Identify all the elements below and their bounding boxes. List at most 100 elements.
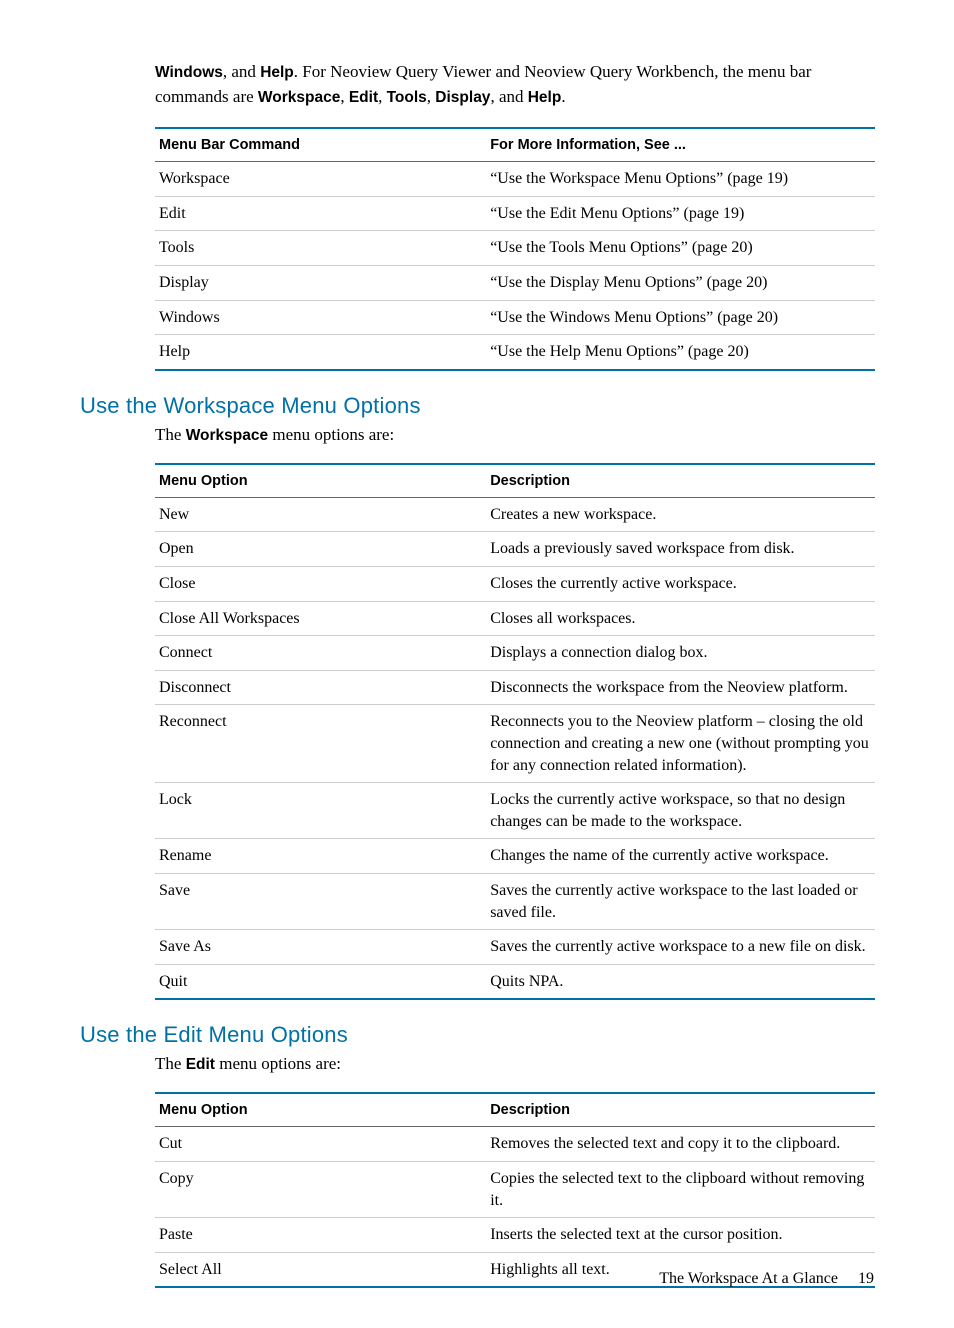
edit-intro: The Edit menu options are: bbox=[155, 1054, 874, 1074]
table-row: LockLocks the currently active workspace… bbox=[155, 783, 875, 839]
bold-help: Help bbox=[260, 64, 294, 81]
cell: Loads a previously saved workspace from … bbox=[486, 532, 875, 567]
table-row: CopyCopies the selected text to the clip… bbox=[155, 1161, 875, 1217]
cell: Lock bbox=[155, 783, 486, 839]
col-header: Menu Bar Command bbox=[155, 128, 486, 162]
table-row: CutRemoves the selected text and copy it… bbox=[155, 1127, 875, 1162]
table-row: DisconnectDisconnects the workspace from… bbox=[155, 670, 875, 705]
cell: Edit bbox=[155, 196, 486, 231]
table-row: RenameChanges the name of the currently … bbox=[155, 839, 875, 874]
table-row: OpenLoads a previously saved workspace f… bbox=[155, 532, 875, 567]
table-header-row: Menu Bar Command For More Information, S… bbox=[155, 128, 875, 162]
bold-windows: Windows bbox=[155, 64, 223, 81]
bold-edit-intro: Edit bbox=[186, 1056, 215, 1073]
cell: Connect bbox=[155, 636, 486, 671]
cell: Quit bbox=[155, 964, 486, 999]
table-row: CloseCloses the currently active workspa… bbox=[155, 567, 875, 602]
bold-edit: Edit bbox=[349, 89, 378, 106]
cell: Changes the name of the currently active… bbox=[486, 839, 875, 874]
table-header-row: Menu Option Description bbox=[155, 1093, 875, 1127]
cell: Inserts the selected text at the cursor … bbox=[486, 1218, 875, 1253]
cell: Paste bbox=[155, 1218, 486, 1253]
page-footer: The Workspace At a Glance 19 bbox=[659, 1270, 874, 1288]
cell: Removes the selected text and copy it to… bbox=[486, 1127, 875, 1162]
bold-workspace: Workspace bbox=[258, 89, 340, 106]
col-header: Description bbox=[486, 1093, 875, 1127]
cell: Cut bbox=[155, 1127, 486, 1162]
workspace-intro: The Workspace menu options are: bbox=[155, 425, 874, 445]
bold-workspace-intro: Workspace bbox=[186, 427, 268, 444]
cell: Displays a connection dialog box. bbox=[486, 636, 875, 671]
cell: Creates a new workspace. bbox=[486, 497, 875, 532]
text-seg: The bbox=[155, 1054, 186, 1073]
text-seg: , and bbox=[223, 62, 260, 81]
text-seg: , and bbox=[490, 87, 527, 106]
bold-tools: Tools bbox=[387, 89, 427, 106]
menu-bar-commands-table: Menu Bar Command For More Information, S… bbox=[155, 127, 875, 371]
cell: Quits NPA. bbox=[486, 964, 875, 999]
table-header-row: Menu Option Description bbox=[155, 464, 875, 498]
table-row: Display“Use the Display Menu Options” (p… bbox=[155, 266, 875, 301]
section-heading-edit: Use the Edit Menu Options bbox=[80, 1022, 874, 1048]
table-row: ReconnectReconnects you to the Neoview p… bbox=[155, 705, 875, 783]
cell: Windows bbox=[155, 300, 486, 335]
text-seg: menu options are: bbox=[268, 425, 394, 444]
page-number: 19 bbox=[858, 1270, 874, 1287]
table-row: Windows“Use the Windows Menu Options” (p… bbox=[155, 300, 875, 335]
table-row: Workspace“Use the Workspace Menu Options… bbox=[155, 162, 875, 197]
cell: Save As bbox=[155, 930, 486, 965]
text-seg: . bbox=[561, 87, 565, 106]
workspace-menu-table: Menu Option Description NewCreates a new… bbox=[155, 463, 875, 1001]
cell: “Use the Display Menu Options” (page 20) bbox=[486, 266, 875, 301]
table-row: Help“Use the Help Menu Options” (page 20… bbox=[155, 335, 875, 370]
cell: Save bbox=[155, 873, 486, 929]
col-header: For More Information, See ... bbox=[486, 128, 875, 162]
table-row: PasteInserts the selected text at the cu… bbox=[155, 1218, 875, 1253]
cell: Reconnect bbox=[155, 705, 486, 783]
table-row: NewCreates a new workspace. bbox=[155, 497, 875, 532]
table-body: Workspace“Use the Workspace Menu Options… bbox=[155, 162, 875, 370]
cell: “Use the Help Menu Options” (page 20) bbox=[486, 335, 875, 370]
table-row: Save AsSaves the currently active worksp… bbox=[155, 930, 875, 965]
continuation-paragraph: Windows, and Help. For Neoview Query Vie… bbox=[155, 60, 874, 109]
cell: Select All bbox=[155, 1252, 486, 1287]
cell: Close bbox=[155, 567, 486, 602]
text-seg: menu options are: bbox=[215, 1054, 341, 1073]
cell: Closes the currently active workspace. bbox=[486, 567, 875, 602]
cell: Closes all workspaces. bbox=[486, 601, 875, 636]
table-row: Tools“Use the Tools Menu Options” (page … bbox=[155, 231, 875, 266]
document-page: Windows, and Help. For Neoview Query Vie… bbox=[0, 0, 954, 1328]
cell: “Use the Edit Menu Options” (page 19) bbox=[486, 196, 875, 231]
col-header: Menu Option bbox=[155, 464, 486, 498]
cell: Display bbox=[155, 266, 486, 301]
cell: Saves the currently active workspace to … bbox=[486, 930, 875, 965]
table-row: ConnectDisplays a connection dialog box. bbox=[155, 636, 875, 671]
bold-help2: Help bbox=[528, 89, 562, 106]
table-row: Edit“Use the Edit Menu Options” (page 19… bbox=[155, 196, 875, 231]
cell: Disconnects the workspace from the Neovi… bbox=[486, 670, 875, 705]
cell: Saves the currently active workspace to … bbox=[486, 873, 875, 929]
text-seg: , bbox=[378, 87, 387, 106]
footer-title: The Workspace At a Glance bbox=[659, 1270, 838, 1287]
cell: “Use the Workspace Menu Options” (page 1… bbox=[486, 162, 875, 197]
cell: “Use the Tools Menu Options” (page 20) bbox=[486, 231, 875, 266]
cell: Reconnects you to the Neoview platform –… bbox=[486, 705, 875, 783]
section-heading-workspace: Use the Workspace Menu Options bbox=[80, 393, 874, 419]
cell: Copy bbox=[155, 1161, 486, 1217]
col-header: Menu Option bbox=[155, 1093, 486, 1127]
cell: Tools bbox=[155, 231, 486, 266]
cell: Workspace bbox=[155, 162, 486, 197]
cell: Close All Workspaces bbox=[155, 601, 486, 636]
table-row: Close All WorkspacesCloses all workspace… bbox=[155, 601, 875, 636]
text-seg: The bbox=[155, 425, 186, 444]
table-body: CutRemoves the selected text and copy it… bbox=[155, 1127, 875, 1287]
cell: New bbox=[155, 497, 486, 532]
cell: Locks the currently active workspace, so… bbox=[486, 783, 875, 839]
cell: Open bbox=[155, 532, 486, 567]
cell: “Use the Windows Menu Options” (page 20) bbox=[486, 300, 875, 335]
table-body: NewCreates a new workspace.OpenLoads a p… bbox=[155, 497, 875, 999]
cell: Copies the selected text to the clipboar… bbox=[486, 1161, 875, 1217]
table-row: QuitQuits NPA. bbox=[155, 964, 875, 999]
table-row: SaveSaves the currently active workspace… bbox=[155, 873, 875, 929]
cell: Help bbox=[155, 335, 486, 370]
